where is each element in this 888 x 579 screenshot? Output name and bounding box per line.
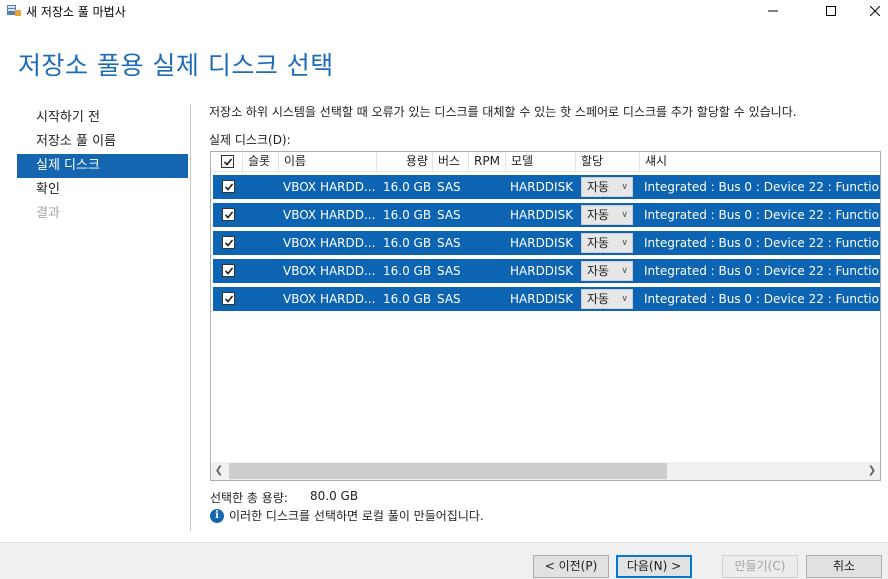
- create-button: 만들기(C): [722, 555, 798, 578]
- cell-model: HARDDISK: [510, 264, 574, 278]
- cell-bus: SAS: [437, 292, 461, 306]
- allocation-dropdown[interactable]: 자동 ∨: [581, 261, 633, 281]
- cell-model: HARDDISK: [510, 180, 574, 194]
- table-row[interactable]: VBOX HARDD... 16.0 GB SAS HARDDISK 자동 ∨ I…: [213, 259, 880, 283]
- cell-name: VBOX HARDD...: [283, 292, 376, 306]
- cell-bus: SAS: [437, 180, 461, 194]
- allocation-value: 자동: [587, 180, 610, 194]
- checkmark-icon: [223, 157, 232, 166]
- cell-chassis: Integrated : Bus 0 : Device 22 : Functio…: [644, 264, 881, 278]
- total-capacity: 선택한 총 용량: 80.0 GB: [210, 489, 358, 506]
- cell-capacity: 16.0 GB: [383, 264, 432, 278]
- window-title: 새 저장소 풀 마법사: [26, 5, 126, 19]
- cell-capacity: 16.0 GB: [383, 208, 432, 222]
- column-header-name[interactable]: 이름: [279, 152, 377, 172]
- chevron-down-icon: ∨: [621, 294, 628, 304]
- cell-capacity: 16.0 GB: [383, 236, 432, 250]
- cell-name: VBOX HARDD...: [283, 180, 376, 194]
- minimize-button[interactable]: [750, 0, 796, 22]
- checkmark-icon: [224, 182, 233, 191]
- nav-item-physical-disks[interactable]: 실제 디스크: [17, 154, 188, 178]
- info-icon: i: [210, 508, 224, 523]
- previous-button[interactable]: < 이전(P): [533, 555, 609, 578]
- nav-item-before-you-begin[interactable]: 시작하기 전: [17, 106, 188, 130]
- scrollbar-thumb[interactable]: [229, 463, 667, 479]
- select-all-column: [211, 152, 243, 172]
- chevron-down-icon: ∨: [621, 210, 628, 220]
- cell-name: VBOX HARDD...: [283, 208, 376, 222]
- nav-item-results: 결과: [36, 206, 60, 221]
- table-header: 슬롯 이름 용량 버스 RPM 모델 할당 섀시: [211, 152, 880, 172]
- scroll-right-icon[interactable]: ❯: [864, 462, 880, 480]
- column-header-allocation[interactable]: 할당: [576, 152, 640, 172]
- row-checkbox[interactable]: [222, 236, 235, 249]
- total-capacity-value: 80.0 GB: [310, 489, 359, 503]
- column-header-chassis[interactable]: 섀시: [640, 152, 880, 172]
- page-description: 저장소 하위 시스템을 선택할 때 오류가 있는 디스크를 대체할 수 있는 핫…: [209, 105, 797, 119]
- nav-divider: [190, 104, 191, 531]
- table-row[interactable]: VBOX HARDD... 16.0 GB SAS HARDDISK 자동 ∨ I…: [213, 203, 880, 227]
- cell-bus: SAS: [437, 236, 461, 250]
- server-manager-icon: [6, 3, 22, 17]
- checkmark-icon: [224, 210, 233, 219]
- checkmark-icon: [224, 294, 233, 303]
- column-header-bus[interactable]: 버스: [433, 152, 469, 172]
- nav-item-confirmation[interactable]: 확인: [17, 178, 188, 202]
- allocation-dropdown[interactable]: 자동 ∨: [581, 233, 633, 253]
- cell-chassis: Integrated : Bus 0 : Device 22 : Functio…: [644, 292, 881, 306]
- cell-model: HARDDISK: [510, 292, 574, 306]
- cell-model: HARDDISK: [510, 208, 574, 222]
- physical-disks-table[interactable]: 슬롯 이름 용량 버스 RPM 모델 할당 섀시 VBOX HARDD... 1…: [210, 151, 881, 481]
- allocation-value: 자동: [587, 264, 610, 278]
- column-header-capacity[interactable]: 용량: [377, 152, 433, 172]
- cell-model: HARDDISK: [510, 236, 574, 250]
- cell-chassis: Integrated : Bus 0 : Device 22 : Functio…: [644, 208, 881, 222]
- allocation-value: 자동: [587, 208, 610, 222]
- checkmark-icon: [224, 266, 233, 275]
- close-button[interactable]: [852, 0, 888, 22]
- allocation-value: 자동: [587, 292, 610, 306]
- horizontal-scrollbar[interactable]: ❮ ❯: [211, 462, 880, 480]
- title-bar: 새 저장소 풀 마법사: [0, 0, 888, 22]
- allocation-dropdown[interactable]: 자동 ∨: [581, 289, 633, 309]
- cell-bus: SAS: [437, 264, 461, 278]
- table-row[interactable]: VBOX HARDD... 16.0 GB SAS HARDDISK 자동 ∨ I…: [213, 175, 880, 199]
- wizard-nav: 시작하기 전 저장소 풀 이름 실제 디스크 확인 결과: [17, 106, 188, 226]
- scroll-left-icon[interactable]: ❮: [211, 462, 227, 480]
- checkmark-icon: [224, 238, 233, 247]
- maximize-button[interactable]: [808, 0, 854, 22]
- cell-name: VBOX HARDD...: [283, 236, 376, 250]
- cancel-button[interactable]: 취소: [806, 555, 882, 578]
- physical-disks-label: 실제 디스크(D):: [209, 133, 291, 147]
- wizard-footer: < 이전(P) 다음(N) > 만들기(C) 취소: [0, 542, 888, 579]
- column-header-rpm[interactable]: RPM: [469, 152, 506, 172]
- column-header-model[interactable]: 모델: [506, 152, 576, 172]
- nav-item-pool-name[interactable]: 저장소 풀 이름: [17, 130, 188, 154]
- cell-chassis: Integrated : Bus 0 : Device 22 : Functio…: [644, 236, 881, 250]
- row-checkbox[interactable]: [222, 292, 235, 305]
- row-checkbox[interactable]: [222, 264, 235, 277]
- next-button[interactable]: 다음(N) >: [616, 555, 692, 578]
- allocation-value: 자동: [587, 236, 610, 250]
- table-row[interactable]: VBOX HARDD... 16.0 GB SAS HARDDISK 자동 ∨ I…: [213, 287, 880, 311]
- cell-capacity: 16.0 GB: [383, 180, 432, 194]
- cell-chassis: Integrated : Bus 0 : Device 22 : Functio…: [644, 180, 881, 194]
- cell-bus: SAS: [437, 208, 461, 222]
- total-capacity-label: 선택한 총 용량:: [210, 491, 288, 505]
- allocation-dropdown[interactable]: 자동 ∨: [581, 205, 633, 225]
- page-title: 저장소 풀용 실제 디스크 선택: [18, 51, 334, 80]
- row-checkbox[interactable]: [222, 180, 235, 193]
- cell-capacity: 16.0 GB: [383, 292, 432, 306]
- table-row[interactable]: VBOX HARDD... 16.0 GB SAS HARDDISK 자동 ∨ I…: [213, 231, 880, 255]
- info-message: i 이러한 디스크를 선택하면 로컬 풀이 만들어집니다.: [210, 507, 484, 524]
- chevron-down-icon: ∨: [621, 182, 628, 192]
- info-text: 이러한 디스크를 선택하면 로컬 풀이 만들어집니다.: [229, 509, 484, 523]
- allocation-dropdown[interactable]: 자동 ∨: [581, 177, 633, 197]
- row-checkbox[interactable]: [222, 208, 235, 221]
- chevron-down-icon: ∨: [621, 266, 628, 276]
- cell-name: VBOX HARDD...: [283, 264, 376, 278]
- chevron-down-icon: ∨: [621, 238, 628, 248]
- column-header-slot[interactable]: 슬롯: [243, 152, 279, 172]
- select-all-checkbox[interactable]: [221, 155, 234, 168]
